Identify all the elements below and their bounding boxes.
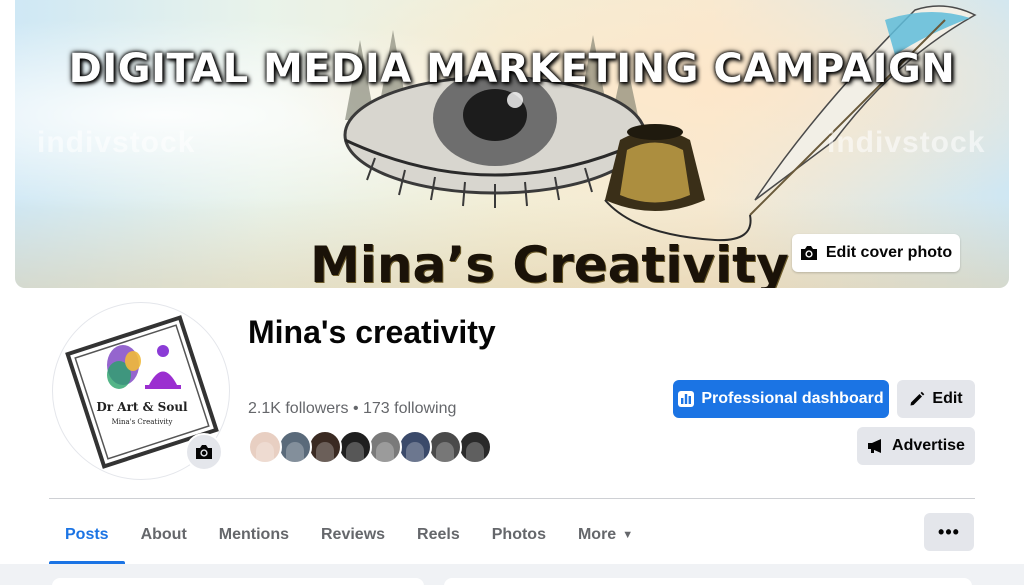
tab-label: Photos: [491, 526, 546, 543]
cover-subtitle: Mina’s Creativity: [310, 236, 789, 288]
logo-subtext: Mina's Creativity: [112, 418, 173, 426]
follower-avatar[interactable]: [308, 430, 342, 464]
tab-label: About: [140, 526, 187, 543]
tab-about[interactable]: About: [125, 506, 203, 564]
person-silhouette-icon: [346, 442, 364, 462]
edit-page-button[interactable]: Edit: [897, 380, 975, 418]
tab-mentions[interactable]: Mentions: [203, 506, 305, 564]
caret-down-icon: ▼: [622, 529, 634, 541]
professional-dashboard-label: Professional dashboard: [701, 390, 884, 407]
person-silhouette-icon: [286, 442, 304, 462]
cover-watermark: indivstock: [37, 126, 196, 159]
composer-card: [444, 578, 972, 585]
logo-text: Dr Art & Soul: [96, 400, 188, 414]
more-options-button[interactable]: •••: [924, 513, 974, 551]
follower-avatar[interactable]: [428, 430, 462, 464]
tab-reels[interactable]: Reels: [401, 506, 476, 564]
facebook-page-header: indivstock indivstock DIGITAL MEDIA MARK…: [0, 0, 1024, 585]
camera-icon: [800, 246, 817, 260]
person-silhouette-icon: [466, 442, 484, 462]
header-divider: [49, 498, 975, 499]
professional-dashboard-button[interactable]: Professional dashboard: [673, 380, 889, 418]
camera-icon: [196, 445, 212, 459]
tab-reviews[interactable]: Reviews: [305, 506, 401, 564]
tab-label: Reels: [417, 526, 460, 543]
dashboard-icon: [678, 391, 695, 407]
person-silhouette-icon: [256, 442, 274, 462]
edit-cover-photo-button[interactable]: Edit cover photo: [792, 234, 960, 272]
megaphone-icon: [868, 439, 882, 453]
advertise-button[interactable]: Advertise: [857, 427, 975, 465]
pencil-icon: [910, 391, 925, 406]
followers-count[interactable]: 2.1K followers • 173 following: [248, 400, 456, 418]
tab-photos[interactable]: Photos: [476, 506, 562, 564]
follower-avatar[interactable]: [278, 430, 312, 464]
person-silhouette-icon: [406, 442, 424, 462]
follower-avatar[interactable]: [368, 430, 402, 464]
intro-card: [52, 578, 424, 585]
person-silhouette-icon: [376, 442, 394, 462]
follower-avatar[interactable]: [458, 430, 492, 464]
tab-label: More: [577, 526, 617, 543]
tab-label: Reviews: [321, 526, 386, 543]
cover-watermark: indivstock: [827, 126, 986, 159]
person-silhouette-icon: [436, 442, 454, 462]
cover-title: DIGITAL MEDIA MARKETING CAMPAIGN: [68, 46, 956, 92]
tab-more[interactable]: More ▼: [562, 506, 649, 564]
follower-avatars: [248, 430, 492, 466]
follower-avatar[interactable]: [398, 430, 432, 464]
edit-cover-photo-label: Edit cover photo: [825, 244, 953, 261]
follower-avatar[interactable]: [248, 430, 282, 464]
tab-label: Posts: [65, 526, 109, 543]
person-silhouette-icon: [316, 442, 334, 462]
advertise-label: Advertise: [892, 437, 965, 454]
tab-label: Mentions: [218, 526, 289, 543]
page-tabs: Posts About Mentions Reviews Reels Photo…: [49, 506, 649, 564]
page-title: Mina's creativity: [248, 314, 496, 350]
edit-label: Edit: [932, 390, 963, 407]
follower-avatar[interactable]: [338, 430, 372, 464]
tab-posts[interactable]: Posts: [49, 506, 125, 564]
update-profile-picture-button[interactable]: [185, 433, 223, 471]
